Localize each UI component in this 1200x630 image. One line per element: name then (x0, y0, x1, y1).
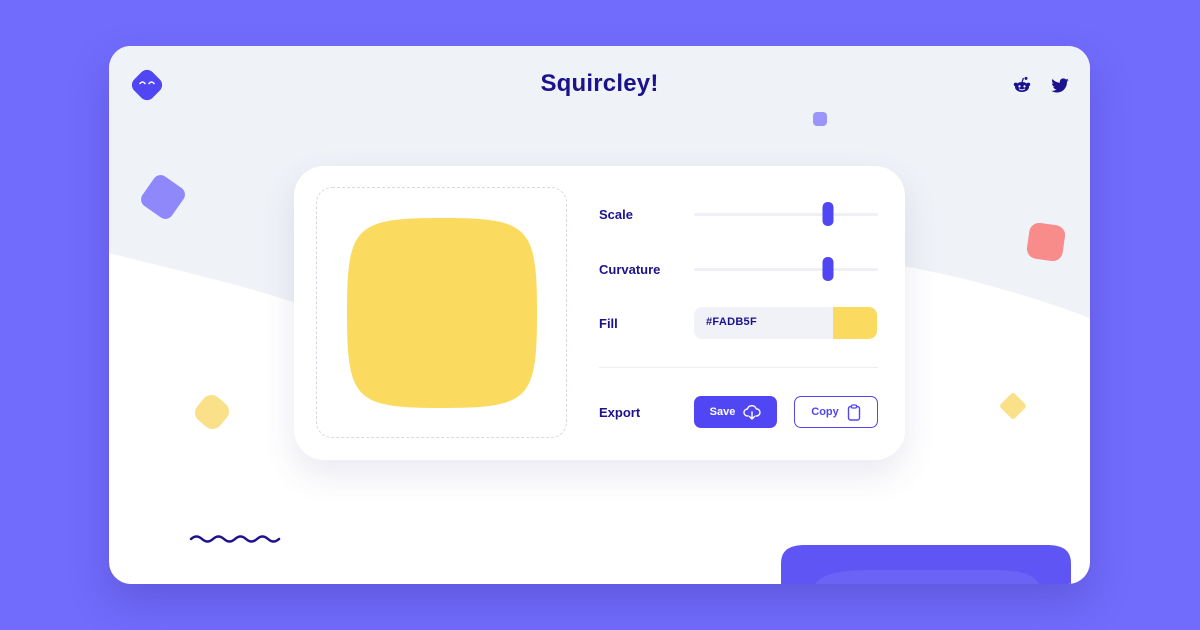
yellow-diamond-decoration-right (1000, 393, 1026, 419)
save-button-label: Save (709, 406, 736, 418)
coral-squircle-decoration (1026, 222, 1066, 262)
purple-blob-decoration (781, 545, 1071, 584)
purple-squircle-decoration (141, 175, 185, 219)
scale-slider-thumb[interactable] (822, 202, 834, 226)
copy-button[interactable]: Copy (794, 396, 878, 428)
squircle-preview (316, 187, 567, 438)
app-window: Squircley! Scale Curvature Fill #FADB5F … (109, 46, 1090, 584)
divider (599, 367, 878, 368)
squiggle-decoration (189, 535, 281, 543)
yellow-squircle-decoration-left (194, 394, 230, 430)
editor-card: Scale Curvature Fill #FADB5F Export Save… (294, 166, 905, 460)
curvature-label: Curvature (599, 262, 661, 277)
fill-label: Fill (599, 316, 618, 331)
curvature-slider-track (694, 268, 878, 271)
fill-color-swatch[interactable] (833, 307, 877, 339)
reddit-icon[interactable] (1012, 75, 1032, 95)
scale-label: Scale (599, 207, 633, 222)
fill-color-input[interactable]: #FADB5F (694, 307, 877, 339)
scale-slider[interactable] (694, 202, 878, 226)
small-purple-square-decoration (813, 112, 827, 126)
squircle-shape (346, 217, 537, 408)
twitter-icon[interactable] (1050, 75, 1070, 95)
curvature-slider[interactable] (694, 257, 878, 281)
curvature-slider-thumb[interactable] (822, 257, 834, 281)
app-title: Squircley! (540, 70, 659, 97)
save-button[interactable]: Save (694, 396, 777, 428)
scale-slider-track (694, 213, 878, 216)
copy-button-label: Copy (811, 406, 839, 418)
fill-hex-value[interactable]: #FADB5F (706, 316, 757, 328)
cloud-download-icon (743, 404, 761, 420)
export-label: Export (599, 405, 641, 420)
clipboard-icon (847, 403, 860, 421)
